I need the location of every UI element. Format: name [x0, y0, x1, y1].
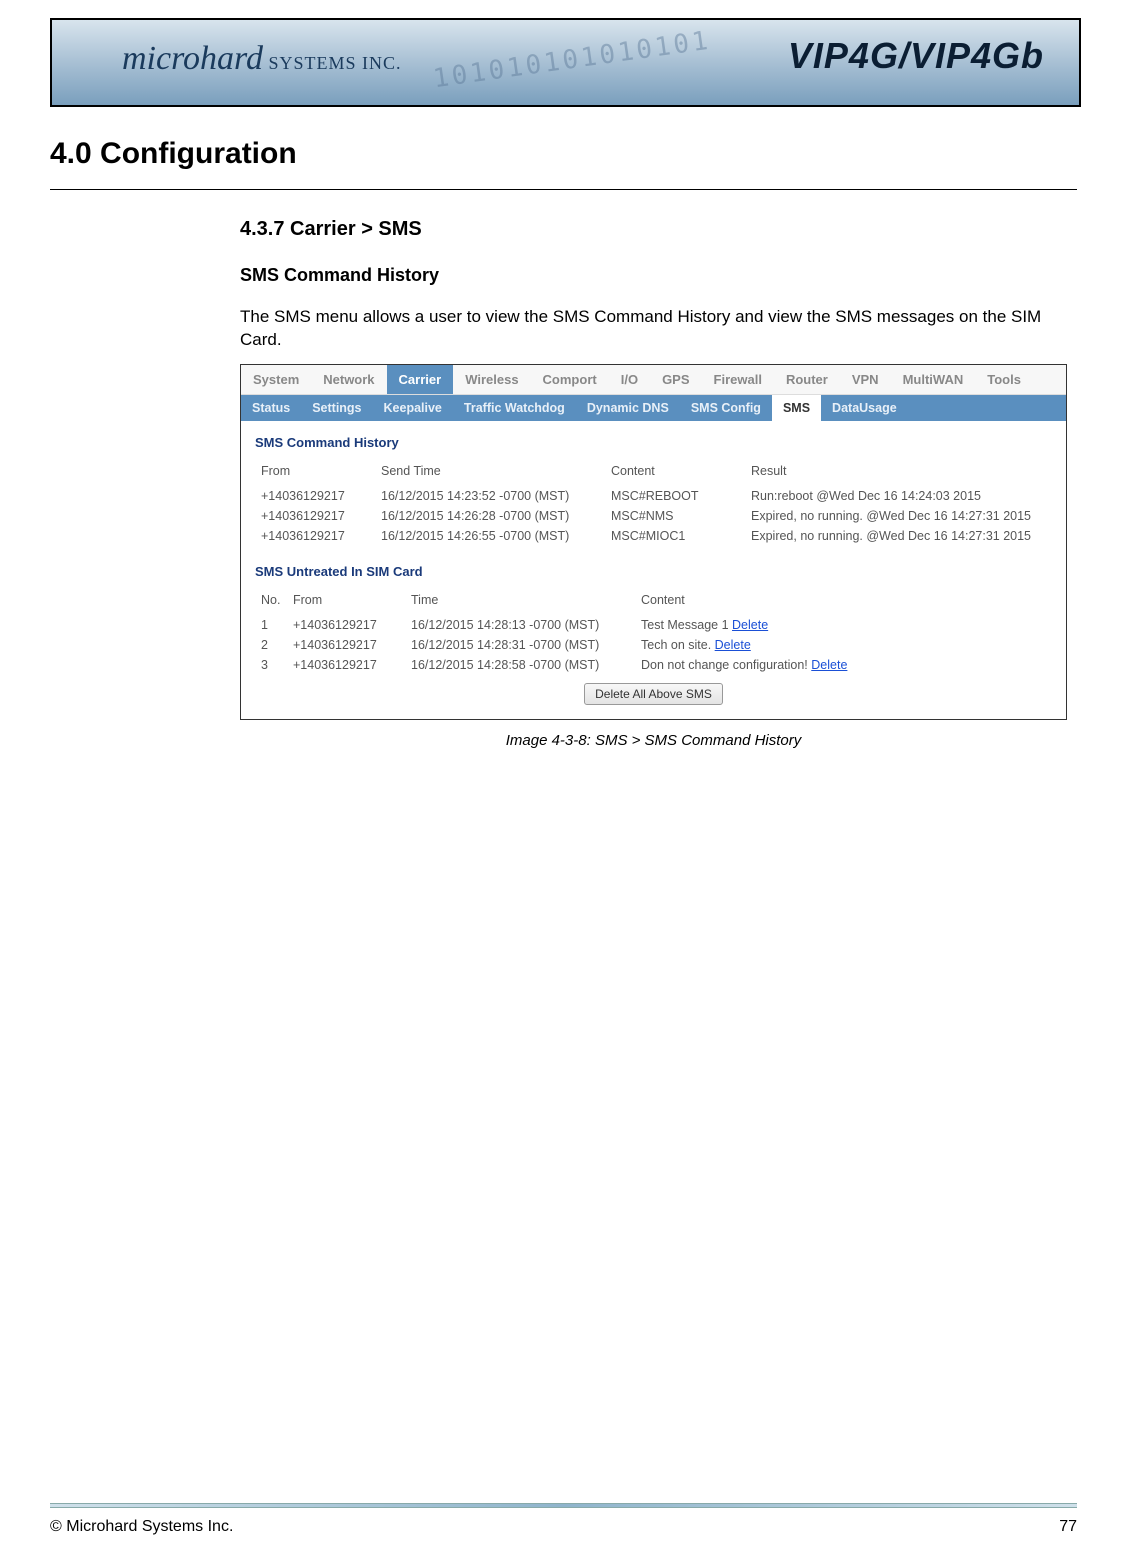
- top-tab-gps[interactable]: GPS: [650, 365, 701, 394]
- top-tab-router[interactable]: Router: [774, 365, 840, 394]
- sub-tab-sms-config[interactable]: SMS Config: [680, 395, 772, 421]
- top-tab-network[interactable]: Network: [311, 365, 386, 394]
- untreated-header: Time: [405, 589, 635, 615]
- untreated-header: From: [287, 589, 405, 615]
- top-tab-firewall[interactable]: Firewall: [702, 365, 774, 394]
- cell-time: 16/12/2015 14:26:55 -0700 (MST): [375, 526, 605, 546]
- message-content: Don not change configuration!: [641, 658, 811, 672]
- footer-copyright: © Microhard Systems Inc.: [50, 1518, 233, 1536]
- cell: 16/12/2015 14:28:13 -0700 (MST): [405, 615, 635, 635]
- delete-link[interactable]: Delete: [811, 658, 847, 672]
- untreated-header: No.: [255, 589, 287, 615]
- company-logo-text: microhard SYSTEMS INC.: [122, 40, 402, 78]
- history-header: From: [255, 460, 375, 486]
- cell-from: +14036129217: [255, 506, 375, 526]
- footer-rule: [50, 1503, 1077, 1508]
- cell-content: MSC#MIOC1: [605, 526, 745, 546]
- cell: 3: [255, 655, 287, 675]
- message-content: Test Message 1: [641, 618, 732, 632]
- history-header: Result: [745, 460, 1052, 486]
- history-header: Send Time: [375, 460, 605, 486]
- table-row: +1403612921716/12/2015 14:26:55 -0700 (M…: [255, 526, 1052, 546]
- section-rule: [50, 189, 1077, 190]
- top-tab-tools[interactable]: Tools: [975, 365, 1033, 394]
- sub-tab-status[interactable]: Status: [241, 395, 301, 421]
- untreated-header: Content: [635, 589, 1052, 615]
- top-tab-multiwan[interactable]: MultiWAN: [891, 365, 976, 394]
- cell-time: 16/12/2015 14:23:52 -0700 (MST): [375, 486, 605, 506]
- table-row: +1403612921716/12/2015 14:26:28 -0700 (M…: [255, 506, 1052, 526]
- company-name-caps: SYSTEMS INC.: [263, 53, 402, 73]
- sub-nav-tabs: StatusSettingsKeepaliveTraffic WatchdogD…: [241, 395, 1066, 421]
- cell-time: 16/12/2015 14:26:28 -0700 (MST): [375, 506, 605, 526]
- untreated-panel-title: SMS Untreated In SIM Card: [255, 564, 1052, 579]
- cell-result: Run:reboot @Wed Dec 16 14:24:03 2015: [745, 486, 1052, 506]
- cell-content: Tech on site. Delete: [635, 635, 1052, 655]
- message-content: Tech on site.: [641, 638, 715, 652]
- cell: 16/12/2015 14:28:31 -0700 (MST): [405, 635, 635, 655]
- product-name: VIP4G/VIP4Gb: [788, 35, 1044, 77]
- body-paragraph: The SMS menu allows a user to view the S…: [240, 306, 1067, 352]
- cell-content: Test Message 1 Delete: [635, 615, 1052, 635]
- footer-page-number: 77: [1059, 1518, 1077, 1536]
- top-tab-i/o[interactable]: I/O: [609, 365, 650, 394]
- banner-digits: 101010101010101: [431, 26, 712, 95]
- cell: +14036129217: [287, 615, 405, 635]
- sub-tab-settings[interactable]: Settings: [301, 395, 372, 421]
- untreated-table: No.FromTimeContent 1+1403612921716/12/20…: [255, 589, 1052, 675]
- table-row: 2+1403612921716/12/2015 14:28:31 -0700 (…: [255, 635, 1052, 655]
- top-tab-system[interactable]: System: [241, 365, 311, 394]
- cell-content: Don not change configuration! Delete: [635, 655, 1052, 675]
- page-footer: © Microhard Systems Inc. 77: [50, 1503, 1077, 1536]
- sub-tab-traffic-watchdog[interactable]: Traffic Watchdog: [453, 395, 576, 421]
- table-row: +1403612921716/12/2015 14:23:52 -0700 (M…: [255, 486, 1052, 506]
- sub-tab-keepalive[interactable]: Keepalive: [373, 395, 453, 421]
- top-tab-wireless[interactable]: Wireless: [453, 365, 530, 394]
- cell-from: +14036129217: [255, 526, 375, 546]
- table-row: 3+1403612921716/12/2015 14:28:58 -0700 (…: [255, 655, 1052, 675]
- image-caption: Image 4-3-8: SMS > SMS Command History: [240, 732, 1067, 749]
- sub-tab-sms[interactable]: SMS: [772, 395, 821, 421]
- top-tab-vpn[interactable]: VPN: [840, 365, 891, 394]
- cell: +14036129217: [287, 635, 405, 655]
- cell-content: MSC#REBOOT: [605, 486, 745, 506]
- section-title: 4.0 Configuration: [50, 137, 1077, 171]
- history-panel-title: SMS Command History: [255, 435, 1052, 450]
- cell-result: Expired, no running. @Wed Dec 16 14:27:3…: [745, 506, 1052, 526]
- cell: +14036129217: [287, 655, 405, 675]
- top-tab-comport[interactable]: Comport: [531, 365, 609, 394]
- company-name-italic: microhard: [122, 40, 263, 77]
- subsection-heading: 4.3.7 Carrier > SMS: [240, 218, 1067, 241]
- cell-result: Expired, no running. @Wed Dec 16 14:27:3…: [745, 526, 1052, 546]
- top-nav-tabs: SystemNetworkCarrierWirelessComportI/OGP…: [241, 365, 1066, 395]
- cell-content: MSC#NMS: [605, 506, 745, 526]
- top-tab-carrier[interactable]: Carrier: [387, 365, 454, 394]
- delete-link[interactable]: Delete: [715, 638, 751, 652]
- history-table: FromSend TimeContentResult +140361292171…: [255, 460, 1052, 546]
- cell: 2: [255, 635, 287, 655]
- history-header: Content: [605, 460, 745, 486]
- cell-from: +14036129217: [255, 486, 375, 506]
- subsub-heading: SMS Command History: [240, 265, 1067, 286]
- delete-all-button[interactable]: Delete All Above SMS: [584, 683, 723, 705]
- cell: 16/12/2015 14:28:58 -0700 (MST): [405, 655, 635, 675]
- cell: 1: [255, 615, 287, 635]
- sub-tab-datausage[interactable]: DataUsage: [821, 395, 908, 421]
- sub-tab-dynamic-dns[interactable]: Dynamic DNS: [576, 395, 680, 421]
- delete-link[interactable]: Delete: [732, 618, 768, 632]
- embedded-screenshot: SystemNetworkCarrierWirelessComportI/OGP…: [240, 364, 1067, 720]
- header-banner: 101010101010101 microhard SYSTEMS INC. V…: [50, 18, 1081, 107]
- table-row: 1+1403612921716/12/2015 14:28:13 -0700 (…: [255, 615, 1052, 635]
